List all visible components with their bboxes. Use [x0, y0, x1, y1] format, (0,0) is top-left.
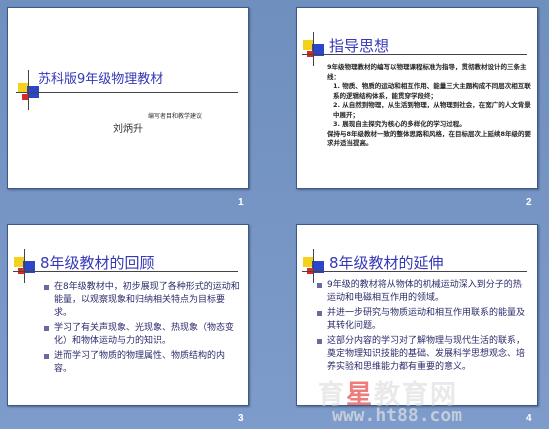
- bullet-item: 这部分内容的学习对了解物理与现代生活的联系，奠定物理知识技能的基础、发展科学思想…: [317, 335, 529, 374]
- paragraph: 9年级物理教材的编写以物理课程标准为指导，贯彻教材设计的三条主线：: [327, 63, 527, 81]
- watermark-url: www.ht88.com: [332, 405, 463, 426]
- bullet-item: 9年级的教材将从物体的机械运动深入到分子的热运动和电磁相互作用的领域。: [317, 279, 529, 305]
- slide-2-body: 9年级物理教材的编写以物理课程标准为指导，贯彻教材设计的三条主线： 1. 物质、…: [327, 63, 532, 149]
- slide-1-title: 苏科版9年级物理教材: [38, 72, 164, 87]
- slide-number-3: 3: [238, 413, 244, 424]
- slide-thumbnail-3[interactable]: 8年级教材的回顾 在8年级教材中，初步展现了各种形式的运动和能量，以观察现象和归…: [7, 224, 249, 406]
- slide-1-author: 刘炳升: [113, 124, 143, 135]
- paragraph: 2. 从自然到物理，从生活到物理，从物理到社会，在宽广的人文背景中展开；: [333, 101, 531, 119]
- paragraph: 3. 展现自主探究为核心的多样化的学习过程。: [333, 120, 466, 128]
- bullet-item: 在8年级教材中，初步展现了各种形式的运动和能量，以观察现象和归纳相关特点为目标要…: [44, 281, 240, 320]
- slide-thumbnail-1[interactable]: 苏科版9年级物理教材 编写者目和教学建议 刘炳升: [7, 7, 249, 189]
- slide-4-body: 9年级的教材将从物体的机械运动深入到分子的热运动和电磁相互作用的领域。 并进一步…: [317, 279, 529, 376]
- slide-3-body: 在8年级教材中，初步展现了各种形式的运动和能量，以观察现象和归纳相关特点为目标要…: [44, 281, 240, 378]
- decor-line: [28, 70, 29, 110]
- decor-line: [24, 249, 25, 283]
- slide-1-subtitle: 编写者目和教学建议: [148, 113, 203, 120]
- slide-number-4: 4: [526, 413, 532, 424]
- bullet-item: 并进一步研究与物质运动和相互作用联系的能量及其转化问题。: [317, 307, 529, 333]
- paragraph: 保持与8年级教材一致的整体思路和风格，在目标层次上延续8年级的要求并适当提高。: [327, 129, 532, 148]
- slide-2-title: 指导思想: [329, 37, 390, 55]
- slide-number-1: 1: [238, 197, 244, 208]
- slide-3-title: 8年级教材的回顾: [40, 254, 155, 272]
- slide-number-2: 2: [526, 197, 532, 208]
- decor-line: [313, 249, 314, 283]
- bullet-item: 进而学习了物质的物理属性、物质结构的内容。: [44, 350, 240, 376]
- decor-line: [313, 32, 314, 66]
- paragraph: 1. 物质、物质的运动和相互作用、能量三大主题构成不同层次相互联系的逻辑结构体系…: [333, 82, 531, 100]
- bullet-item: 学习了有关声现象、光现象、热现象（物态变化）和物体运动与力的知识。: [44, 322, 240, 348]
- slide-4-title: 8年级教材的延伸: [329, 254, 444, 272]
- decor-line: [16, 92, 238, 93]
- slide-thumbnail-2[interactable]: 指导思想 9年级物理教材的编写以物理课程标准为指导，贯彻教材设计的三条主线： 1…: [296, 7, 538, 189]
